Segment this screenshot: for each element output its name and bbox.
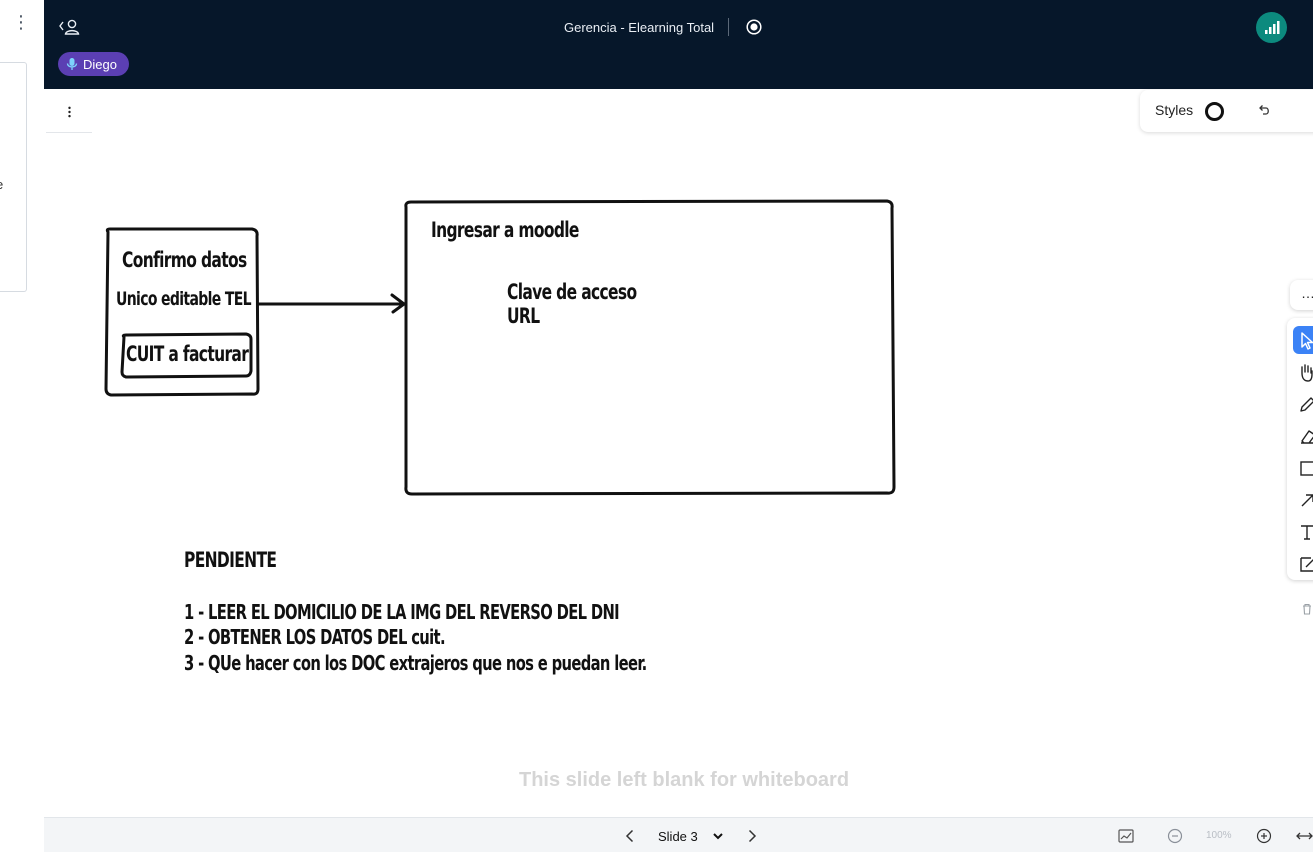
- drawing-toolbar: [1287, 318, 1313, 580]
- large-box-shape: [404, 199, 896, 496]
- signal-bars-icon: [1265, 21, 1280, 34]
- more-tools-label: …: [1301, 285, 1313, 301]
- pan-tool-button[interactable]: [1293, 358, 1313, 386]
- small-box-line-1: Confirmo datos: [122, 248, 247, 272]
- pencil-icon: [1300, 397, 1313, 412]
- record-icon: [746, 19, 762, 35]
- presentation-toolbar: Slide 3 100%: [44, 817, 1313, 852]
- pending-item-1: 1 - LEER EL DOMICILIO DE LA IMG DEL REVE…: [184, 600, 620, 624]
- options-menu-icon[interactable]: ⋮: [1308, 17, 1313, 35]
- sidebar-options-icon[interactable]: ⋮: [12, 14, 30, 34]
- talking-indicator[interactable]: Diego: [58, 52, 129, 76]
- arrow-shape: [256, 293, 406, 314]
- side-panel-text-fragment: e: [0, 177, 3, 192]
- pending-title: PENDIENTE: [184, 548, 277, 572]
- meeting-title: Gerencia - Elearning Total: [564, 20, 715, 35]
- style-panel: Styles: [1140, 90, 1313, 132]
- text-icon: [1301, 525, 1313, 540]
- snapshot-icon[interactable]: [1118, 829, 1134, 843]
- rectangle-tool-button[interactable]: [1293, 454, 1313, 482]
- left-sidebar: ⋮ e: [0, 0, 44, 851]
- connection-status-button[interactable]: [1256, 12, 1287, 43]
- fit-width-icon[interactable]: [1296, 829, 1313, 843]
- previous-slide-icon[interactable]: [622, 828, 638, 844]
- zoom-level: 100%: [1206, 830, 1232, 841]
- undo-icon[interactable]: [1256, 102, 1272, 118]
- blank-slide-message: This slide left blank for whiteboard: [519, 769, 850, 791]
- chevron-down-icon[interactable]: [712, 831, 724, 841]
- toggle-user-list-button[interactable]: [58, 17, 82, 37]
- arrow-icon: [1301, 494, 1313, 507]
- arrow-tool-button[interactable]: [1293, 486, 1313, 514]
- pencil-tool-button[interactable]: [1293, 390, 1313, 418]
- pending-item-2: 2 - OBTENER LOS DATOS DEL cuit.: [184, 625, 446, 649]
- header-divider: [728, 18, 729, 36]
- eraser-tool-button[interactable]: [1293, 422, 1313, 450]
- color-swatch[interactable]: [1205, 102, 1224, 121]
- recording-button[interactable]: [746, 19, 762, 35]
- side-panel: e: [0, 62, 27, 292]
- large-box-line-2: URL: [507, 304, 540, 328]
- large-box-line-1: Clave de acceso: [507, 280, 637, 304]
- select-tool-button[interactable]: [1293, 326, 1313, 354]
- talking-user-name: Diego: [83, 56, 117, 72]
- styles-button[interactable]: Styles: [1155, 102, 1193, 118]
- note-icon: [1300, 557, 1313, 572]
- eraser-icon: [1301, 430, 1313, 444]
- microphone-icon: [66, 58, 78, 70]
- note-tool-button[interactable]: [1293, 550, 1313, 578]
- select-icon: [1301, 332, 1313, 350]
- large-box-title: Ingresar a moodle: [431, 218, 579, 242]
- user-list-icon: [59, 19, 80, 35]
- pending-item-3: 3 - QUe hacer con los DOC extrajeros que…: [184, 651, 647, 675]
- small-box-line-2: Unico editable TEL: [116, 288, 252, 310]
- inner-box-text: CUIT a facturar: [126, 342, 249, 366]
- next-slide-icon[interactable]: [744, 828, 760, 844]
- top-navbar: Gerencia - Elearning Total ⋮ Diego: [44, 0, 1313, 89]
- zoom-out-icon[interactable]: [1167, 828, 1183, 844]
- trash-icon[interactable]: [1300, 602, 1313, 616]
- rectangle-icon: [1300, 461, 1313, 476]
- pan-icon: [1301, 364, 1313, 382]
- slide-selector[interactable]: Slide 3: [658, 829, 698, 844]
- tool-more-button[interactable]: …: [1290, 280, 1313, 310]
- text-tool-button[interactable]: [1293, 518, 1313, 546]
- zoom-in-icon[interactable]: [1256, 828, 1272, 844]
